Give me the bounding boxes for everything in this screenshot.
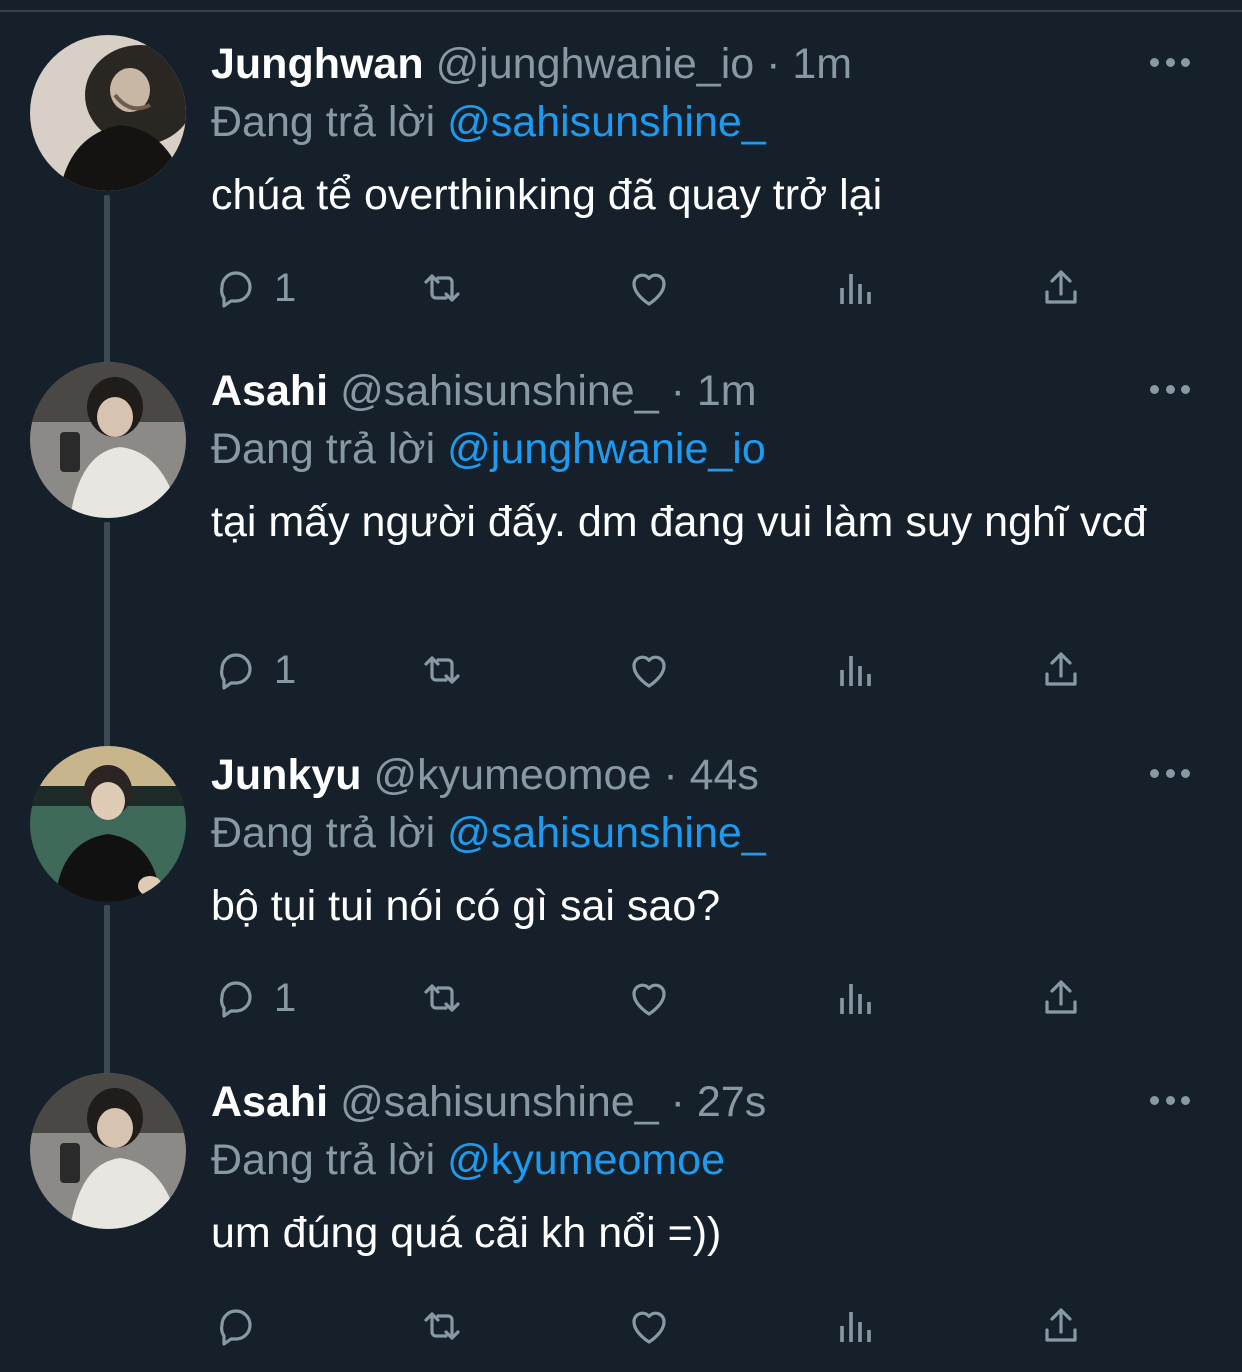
mention-link[interactable]: @sahisunshine_ xyxy=(447,98,766,146)
heart-icon xyxy=(632,273,666,306)
heart-icon xyxy=(632,983,666,1016)
more-options-button[interactable] xyxy=(1150,385,1190,397)
reply-prefix: Đang trả lời xyxy=(211,1136,436,1184)
heart-icon xyxy=(632,655,666,688)
retweet-button[interactable] xyxy=(418,970,466,1026)
reply-button[interactable]: 1 xyxy=(212,642,296,698)
timestamp[interactable]: · 44s xyxy=(663,751,759,799)
analytics-icon xyxy=(840,274,871,304)
handle[interactable]: @junghwanie_io xyxy=(436,40,755,88)
analytics-button[interactable] xyxy=(832,260,880,316)
reply-icon xyxy=(220,1309,252,1346)
handle[interactable]: @kyumeomoe xyxy=(374,751,652,799)
handle[interactable]: @sahisunshine_ xyxy=(340,1078,659,1126)
avatar[interactable] xyxy=(30,746,186,902)
retweet-icon xyxy=(424,656,460,684)
tweet-actions: 1 xyxy=(0,970,1242,1026)
heart-icon xyxy=(632,1311,666,1344)
tweet-header: Asahi @sahisunshine_ · 1m xyxy=(211,362,1202,420)
tweet-actions: 1 xyxy=(0,642,1242,698)
share-icon xyxy=(1045,270,1077,304)
display-name[interactable]: Junghwan xyxy=(211,40,424,88)
thread-connector xyxy=(104,522,110,747)
tweet-text: um đúng quá cãi kh nổi =)) xyxy=(211,1209,722,1257)
reply-prefix: Đang trả lời xyxy=(211,809,436,857)
retweet-icon xyxy=(424,1312,460,1340)
handle[interactable]: @sahisunshine_ xyxy=(340,367,659,415)
share-button[interactable] xyxy=(1037,1298,1085,1354)
display-name[interactable]: Asahi xyxy=(211,367,328,415)
replying-to: Đang trả lời @sahisunshine_ xyxy=(211,804,1202,862)
analytics-button[interactable] xyxy=(832,1298,880,1354)
share-icon xyxy=(1045,1308,1077,1342)
like-button[interactable] xyxy=(625,1298,673,1354)
reply-count: 1 xyxy=(274,265,297,310)
retweet-icon xyxy=(424,274,460,302)
mention-link[interactable]: @junghwanie_io xyxy=(447,425,766,473)
mention-link[interactable]: @sahisunshine_ xyxy=(447,809,766,857)
share-button[interactable] xyxy=(1037,260,1085,316)
tweet-header: Junghwan @junghwanie_io · 1m xyxy=(211,35,1202,93)
analytics-button[interactable] xyxy=(832,642,880,698)
share-button[interactable] xyxy=(1037,970,1085,1026)
reply-icon xyxy=(220,653,252,690)
avatar[interactable] xyxy=(30,35,186,191)
replying-to: Đang trả lời @kyumeomoe xyxy=(211,1131,1202,1189)
reply-button[interactable]: 1 xyxy=(212,970,296,1026)
replying-to: Đang trả lời @sahisunshine_ xyxy=(211,93,1202,151)
more-options-button[interactable] xyxy=(1150,1096,1190,1108)
tweet-text: tại mấy người đấy. dm đang vui làm suy n… xyxy=(211,498,1147,546)
reply-prefix: Đang trả lời xyxy=(211,425,436,473)
like-button[interactable] xyxy=(625,260,673,316)
retweet-button[interactable] xyxy=(418,642,466,698)
analytics-icon xyxy=(840,1312,871,1342)
display-name[interactable]: Asahi xyxy=(211,1078,328,1126)
timestamp[interactable]: · 27s xyxy=(671,1078,767,1126)
tweet-header: Junkyu @kyumeomoe · 44s xyxy=(211,746,1202,804)
share-icon xyxy=(1045,980,1077,1014)
reply-prefix: Đang trả lời xyxy=(211,98,436,146)
share-icon xyxy=(1045,652,1077,686)
tweet-actions: 1 xyxy=(0,260,1242,316)
retweet-icon xyxy=(424,984,460,1012)
analytics-icon xyxy=(840,984,871,1014)
tweet-header: Asahi @sahisunshine_ · 27s xyxy=(211,1073,1202,1131)
tweet-actions xyxy=(0,1298,1242,1354)
share-button[interactable] xyxy=(1037,642,1085,698)
reply-icon xyxy=(220,271,252,308)
like-button[interactable] xyxy=(625,642,673,698)
mention-link[interactable]: @kyumeomoe xyxy=(447,1136,725,1184)
more-options-button[interactable] xyxy=(1150,58,1190,70)
more-options-button[interactable] xyxy=(1150,769,1190,781)
tweet-text: chúa tể overthinking đã quay trở lại xyxy=(211,171,883,219)
analytics-button[interactable] xyxy=(832,970,880,1026)
like-button[interactable] xyxy=(625,970,673,1026)
avatar[interactable] xyxy=(30,362,186,518)
reply-count: 1 xyxy=(274,975,297,1020)
retweet-button[interactable] xyxy=(418,260,466,316)
analytics-icon xyxy=(840,656,871,686)
top-divider xyxy=(0,0,1242,12)
replying-to: Đang trả lời @junghwanie_io xyxy=(211,420,1202,478)
reply-icon xyxy=(220,981,252,1018)
tweet-text: bộ tụi tui nói có gì sai sao? xyxy=(211,882,721,930)
retweet-button[interactable] xyxy=(418,1298,466,1354)
reply-button[interactable]: 1 xyxy=(212,260,296,316)
timestamp[interactable]: · 1m xyxy=(766,40,852,88)
reply-button[interactable] xyxy=(212,1298,274,1354)
reply-count: 1 xyxy=(274,647,297,692)
avatar[interactable] xyxy=(30,1073,186,1229)
timestamp[interactable]: · 1m xyxy=(671,367,757,415)
display-name[interactable]: Junkyu xyxy=(211,751,362,799)
